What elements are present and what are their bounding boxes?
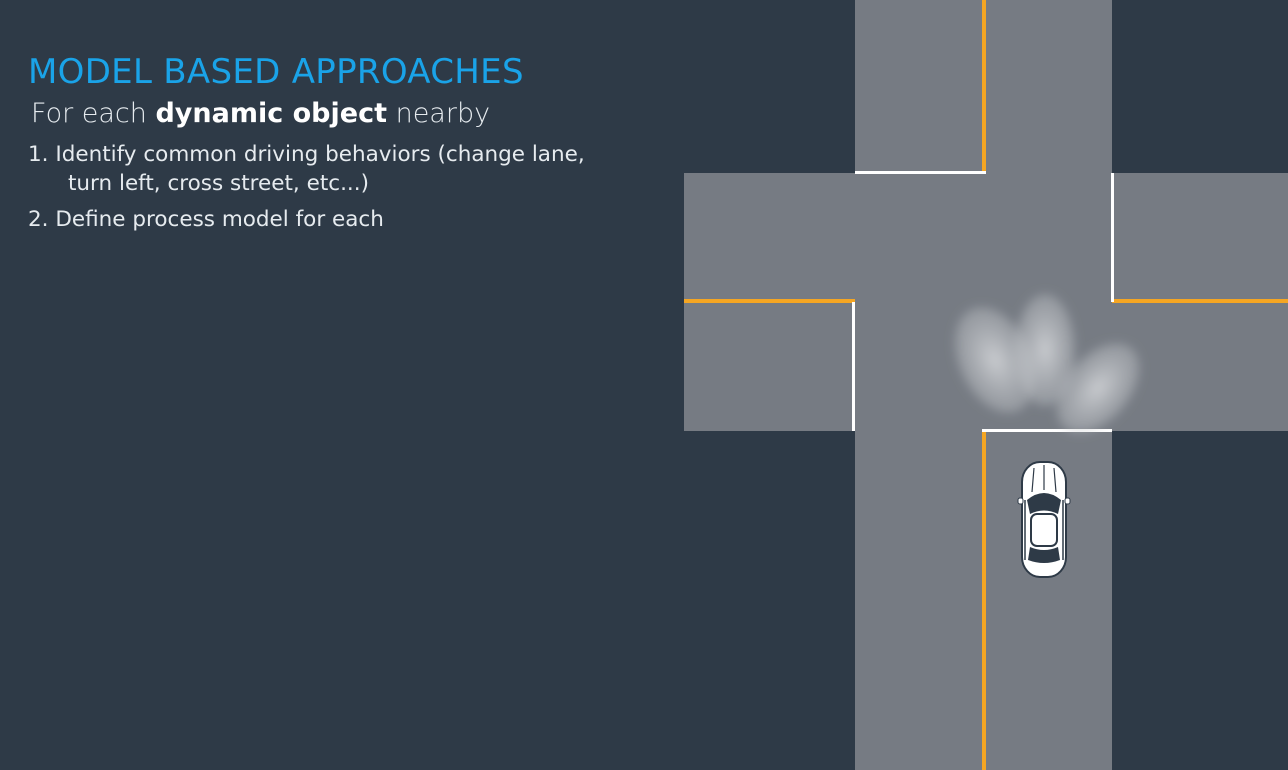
intersection-illustration — [684, 0, 1288, 770]
stop-line-right — [1111, 173, 1114, 302]
lane-line-bottom — [982, 431, 986, 770]
lane-line-top — [982, 0, 986, 173]
slide: MODEL BASED APPROACHES For each dynamic … — [0, 0, 1288, 770]
lane-line-right — [1112, 299, 1288, 303]
stop-line-left — [852, 302, 855, 431]
car-icon — [1017, 461, 1071, 578]
lane-line-left — [684, 299, 855, 303]
stop-line-top — [855, 171, 986, 174]
